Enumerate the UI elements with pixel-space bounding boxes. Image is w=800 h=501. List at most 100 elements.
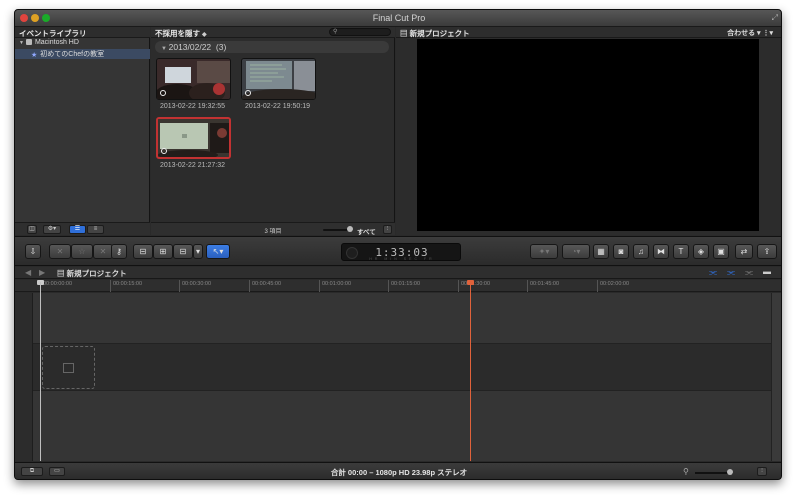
retime-button[interactable]: ◔▾ (562, 244, 590, 259)
effects-browser-button[interactable]: ⇄ (735, 244, 753, 259)
clip-status-icon (245, 90, 251, 96)
clip-appearance-icon[interactable]: ▬ (763, 267, 771, 276)
timeline-tracks[interactable] (15, 293, 781, 461)
ruler-label: 00:00:15:00 (113, 281, 143, 287)
ruler-label: 00:00:00:00 (43, 281, 73, 287)
ruler-tick (110, 280, 111, 292)
snapping-icon[interactable]: ⫘ (745, 267, 753, 278)
generators-browser-button[interactable]: ◈ (693, 244, 709, 259)
clip-image (156, 117, 231, 159)
viewer-header: ▤ 新規プロジェクト (396, 27, 781, 38)
timeline-ruler[interactable]: 00:00:00:00 00:00:15:00 00:00:30:00 00:0… (15, 280, 781, 292)
list-view-button[interactable]: ≡ (87, 225, 104, 234)
hard-disk-icon (25, 39, 32, 45)
ruler-tick (527, 280, 528, 292)
dashboard-timecode[interactable]: 1:33:03 HR MIN SEC FR (341, 243, 461, 261)
filter-popup[interactable]: 不採用を隠す (155, 29, 200, 38)
select-tool-button[interactable]: ↖▾ (206, 244, 230, 259)
event-browser-pane: 不採用を隠す ◆ ⚲ ▼ 2013/02/22 (3) 2013-02-22 19… (151, 27, 395, 235)
ruler-tick (249, 280, 250, 292)
ruler-tick (458, 280, 459, 292)
disclosure-triangle-icon[interactable]: ▼ (161, 46, 169, 52)
forward-arrow-icon[interactable]: ▶ (39, 268, 45, 277)
timeline-zoom-slider[interactable] (695, 469, 733, 475)
show-all-button[interactable]: すべて (357, 226, 376, 236)
skimmer-line[interactable] (470, 282, 471, 461)
action-menu-button[interactable]: ⚙▾ (43, 225, 61, 234)
favorite-button[interactable]: ☆ (71, 244, 93, 259)
playhead[interactable] (40, 282, 41, 461)
photos-browser-button[interactable]: ◙ (613, 244, 629, 259)
empty-storyline-placeholder[interactable] (42, 346, 95, 389)
library-item-event[interactable]: ★ 初めてのChefの教室 (15, 49, 150, 59)
date-group-header[interactable]: ▼ 2013/02/22 (3) (155, 41, 389, 53)
keyword-button[interactable]: ⚷ (111, 244, 127, 259)
timeline-project-name: 新規プロジェクト (66, 269, 127, 278)
back-arrow-icon[interactable]: ◀ (25, 268, 31, 277)
solo-icon[interactable]: ⫘ (727, 267, 735, 278)
ruler-label: 00:01:00:00 (322, 281, 352, 287)
themes-browser-button[interactable]: ▣ (713, 244, 729, 259)
share-button[interactable]: ⇪ (757, 244, 777, 259)
unrate-button[interactable]: ✕ (93, 244, 113, 259)
ruler-label: 00:01:45:00 (530, 281, 560, 287)
ruler-label: 00:01:30:00 (461, 281, 491, 287)
clip-image (241, 58, 316, 100)
primary-storyline[interactable] (15, 343, 781, 391)
clip-image (156, 58, 231, 100)
ruler-tick (319, 280, 320, 292)
inspector-button[interactable]: ▦ (593, 244, 609, 259)
popup-arrow-icon: ◆ (202, 32, 207, 38)
clip-status-icon (161, 148, 167, 154)
transitions-browser-button[interactable]: ⧓ (653, 244, 669, 259)
clip-zoom-slider[interactable] (323, 226, 353, 232)
browser-footer: 3 項目 すべて ⫶ (151, 222, 395, 236)
ruler-tick (597, 280, 598, 292)
audio-skimming-icon[interactable]: ⫘ (709, 267, 717, 278)
filmstrip-view-button[interactable]: ☰ (69, 225, 86, 234)
clip-time: 2013-02-22 21:27:32 (160, 162, 225, 169)
insert-clip-button[interactable]: ⊞ (153, 244, 173, 259)
fullscreen-icon[interactable]: ⤢ (772, 13, 778, 23)
search-icon: ⚲ (333, 29, 338, 35)
slider-knob[interactable] (347, 226, 353, 232)
timeline-gutter (15, 293, 33, 461)
event-library-pane: イベントライブラリ ▼ Macintosh HD ★ 初めてのChefの教室 (15, 27, 150, 235)
ruler-label: 00:02:00:00 (600, 281, 630, 287)
status-bar: ⧉ ▭ 合計 00:00 – 1080p HD 23.98p ステレオ ⚲ ⫶ (15, 462, 781, 479)
viewer-project-name: 新規プロジェクト (409, 29, 470, 38)
timeline-scrollbar[interactable] (771, 293, 781, 461)
titles-browser-button[interactable]: T (673, 244, 689, 259)
timeline-project: ▤ 新規プロジェクト (57, 268, 127, 279)
enhancements-button[interactable]: ✦▾ (530, 244, 558, 259)
fit-zoom-popup[interactable]: 合わせる ▾ ⋮▾ (727, 28, 773, 38)
window-title: Final Cut Pro (372, 13, 426, 23)
group-date: 2013/02/22 (168, 42, 212, 52)
event-library-header: イベントライブラリ (15, 27, 150, 38)
music-browser-button[interactable]: ♫ (633, 244, 649, 259)
connect-clip-button[interactable]: ⊟ (133, 244, 153, 259)
library-item-label: Macintosh HD (34, 39, 79, 46)
library-item-disk[interactable]: ▼ Macintosh HD (15, 39, 150, 49)
edit-mode-popup[interactable]: ▾ (193, 244, 203, 259)
show-hide-library-button[interactable]: ◫ (27, 225, 37, 234)
ruler-label: 00:00:45:00 (252, 281, 282, 287)
fit-label: 合わせる (727, 30, 756, 37)
library-footer: ◫ ⚙▾ ☰ ≡ (15, 222, 150, 235)
video-canvas[interactable] (417, 39, 759, 231)
ruler-tick (388, 280, 389, 292)
timeline-header: ◀ ▶ ▤ 新規プロジェクト ⫘ ⫘ ⫘ ▬ (15, 267, 781, 279)
event-star-icon: ★ (31, 52, 38, 59)
app-window: Final Cut Pro ⤢ イベントライブラリ ▼ Macintosh HD … (14, 9, 782, 480)
import-button[interactable]: ⇩ (25, 244, 41, 259)
zoom-out-icon[interactable]: ⚲ (683, 467, 689, 476)
reject-button[interactable]: ✕ (49, 244, 71, 259)
search-input[interactable]: ⚲ (329, 28, 391, 36)
status-summary: 合計 00:00 – 1080p HD 23.98p ステレオ (330, 468, 468, 477)
clip-appearance-button[interactable]: ⫶ (383, 225, 392, 234)
library-item-label: 初めてのChefの教室 (40, 51, 105, 58)
disclosure-triangle-icon[interactable]: ▼ (19, 40, 24, 46)
slider-knob[interactable] (727, 469, 733, 475)
append-clip-button[interactable]: ⊟ (173, 244, 193, 259)
clip-height-button[interactable]: ⫶ (757, 467, 767, 476)
